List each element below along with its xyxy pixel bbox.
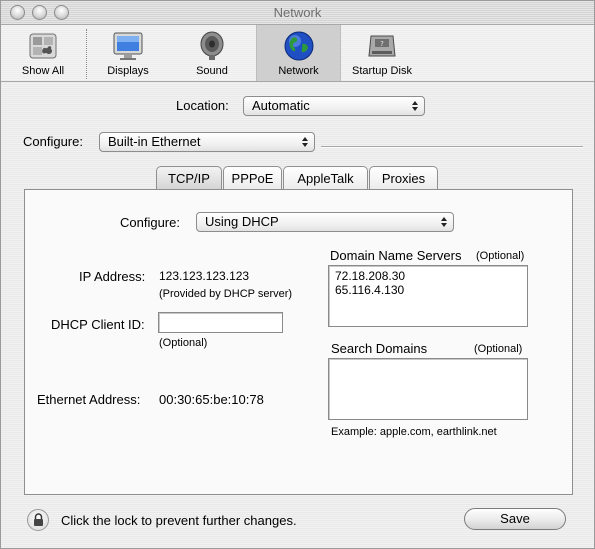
title-bar: Network	[1, 1, 594, 25]
network-globe-icon	[284, 31, 313, 61]
toolbar-displays[interactable]: Displays	[94, 25, 162, 81]
lock-icon	[34, 513, 43, 526]
dns-servers-field[interactable]: 72.18.208.30 65.116.4.130	[328, 265, 528, 327]
dns-server-entry: 65.116.4.130	[335, 283, 405, 297]
dhcp-client-id-note: (Optional)	[159, 337, 208, 349]
lock-message: Click the lock to prevent further change…	[61, 513, 297, 528]
tab-tcpip[interactable]: TCP/IP	[156, 166, 222, 190]
save-button-label: Save	[500, 511, 530, 526]
tcpip-configure-label: Configure:	[120, 215, 180, 230]
toolbar-label: Network	[278, 65, 319, 77]
save-button[interactable]: Save	[464, 508, 566, 530]
ethernet-address-label: Ethernet Address:	[37, 392, 141, 407]
popup-arrows-icon	[412, 101, 418, 111]
location-label: Location:	[176, 98, 229, 113]
startup-disk-icon: ?	[368, 35, 396, 57]
ip-address-note: (Provided by DHCP server)	[159, 288, 293, 300]
toolbar-network[interactable]: Network	[256, 25, 341, 81]
tcpip-panel	[24, 189, 573, 495]
toolbar-separator	[86, 29, 87, 79]
network-preferences-window: Network Show All Displays Sound Network …	[0, 0, 595, 549]
tcpip-configure-value: Using DHCP	[205, 214, 279, 229]
configure-interface-value: Built-in Ethernet	[108, 134, 201, 149]
toolbar-sound[interactable]: Sound	[178, 25, 246, 81]
location-popup[interactable]: Automatic	[243, 96, 425, 116]
ethernet-address-value: 00:30:65:be:10:78	[159, 392, 264, 407]
dns-optional-label: (Optional)	[476, 250, 525, 262]
sound-icon	[200, 31, 224, 60]
divider	[321, 146, 583, 148]
tab-pppoe[interactable]: PPPoE	[223, 166, 282, 189]
lock-button[interactable]	[27, 509, 49, 531]
toolbar-label: Sound	[196, 65, 228, 77]
search-domains-example: Example: apple.com, earthlink.net	[331, 426, 497, 438]
toolbar-label: Displays	[107, 65, 149, 77]
dns-label: Domain Name Servers	[330, 248, 462, 263]
tab-appletalk[interactable]: AppleTalk	[283, 166, 368, 189]
search-domains-label: Search Domains	[331, 341, 428, 356]
toolbar-label: Startup Disk	[352, 65, 412, 77]
toolbar-show-all[interactable]: Show All	[9, 25, 77, 81]
preferences-toolbar: Show All Displays Sound Network ? Startu…	[1, 25, 594, 82]
dhcp-client-id-field[interactable]	[158, 312, 283, 333]
popup-arrows-icon	[302, 137, 308, 147]
popup-arrows-icon	[441, 217, 447, 227]
ip-address-label: IP Address:	[79, 269, 146, 284]
ip-address-value: 123.123.123.123	[159, 269, 250, 283]
displays-icon	[113, 32, 143, 60]
toolbar-startup-disk[interactable]: ? Startup Disk	[344, 25, 420, 81]
search-domains-optional-label: (Optional)	[474, 343, 523, 355]
configure-label: Configure:	[23, 134, 83, 149]
search-domains-field[interactable]	[328, 358, 528, 420]
tcpip-configure-popup[interactable]: Using DHCP	[196, 212, 454, 232]
dns-server-entry: 72.18.208.30	[335, 269, 406, 283]
dhcp-client-id-label: DHCP Client ID:	[51, 317, 145, 332]
svg-text:?: ?	[380, 40, 384, 48]
configure-interface-popup[interactable]: Built-in Ethernet	[99, 132, 315, 152]
location-value: Automatic	[252, 98, 310, 113]
window-title: Network	[273, 5, 322, 20]
tab-proxies[interactable]: Proxies	[369, 166, 438, 189]
show-all-icon	[29, 33, 57, 59]
toolbar-label: Show All	[21, 65, 65, 77]
